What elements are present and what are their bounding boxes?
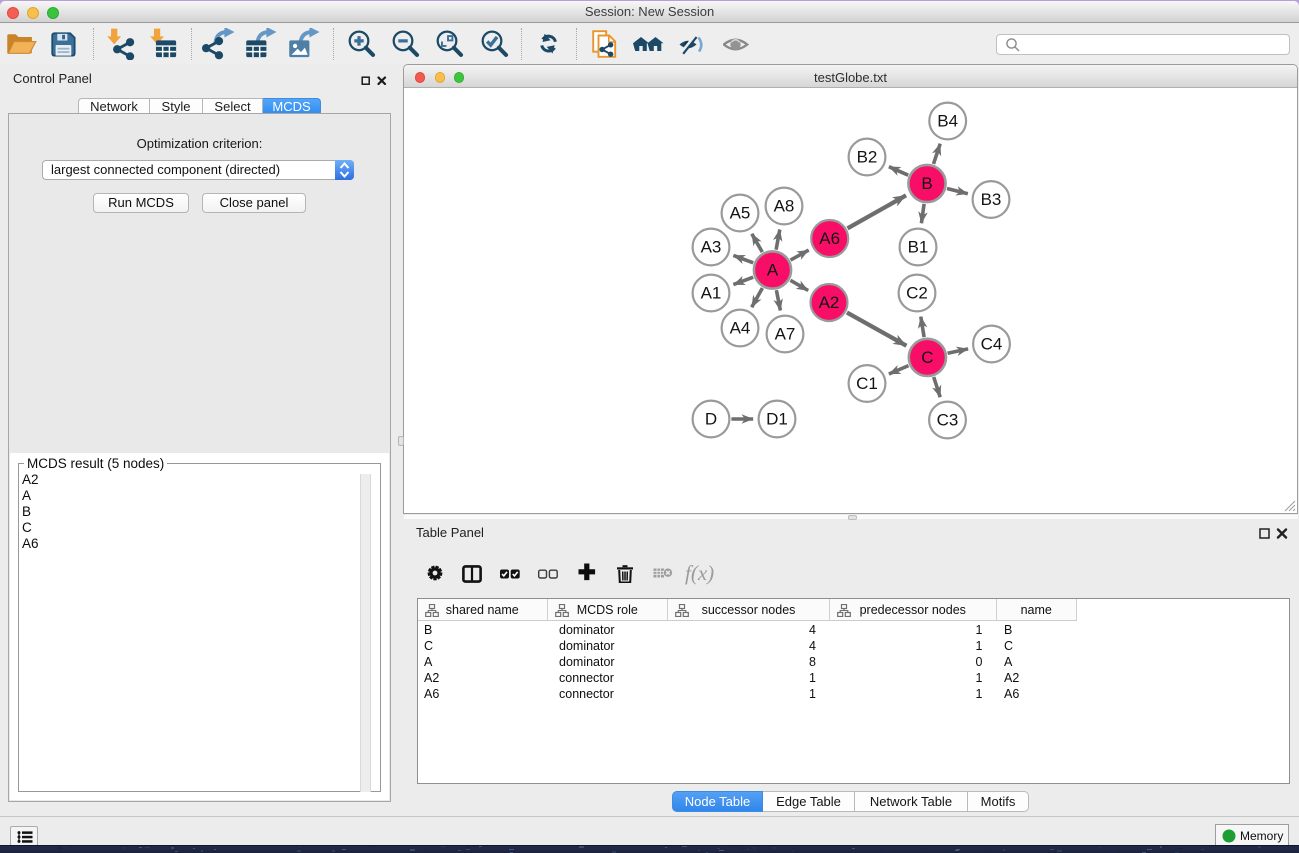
svg-text:A: A <box>767 261 779 280</box>
svg-text:C: C <box>921 348 933 367</box>
svg-text:D1: D1 <box>766 410 788 429</box>
svg-text:B1: B1 <box>908 238 929 257</box>
svg-text:B2: B2 <box>857 148 878 167</box>
svg-text:B4: B4 <box>937 112 958 131</box>
svg-text:B3: B3 <box>981 190 1002 209</box>
svg-text:C1: C1 <box>856 374 878 393</box>
svg-text:A1: A1 <box>701 284 722 303</box>
svg-text:C3: C3 <box>937 411 959 430</box>
svg-text:A5: A5 <box>730 204 751 223</box>
svg-text:A4: A4 <box>730 319 751 338</box>
svg-text:A6: A6 <box>819 229 840 248</box>
svg-text:B: B <box>921 174 932 193</box>
svg-text:C4: C4 <box>981 335 1003 354</box>
svg-text:A3: A3 <box>701 238 722 257</box>
svg-text:A2: A2 <box>819 293 840 312</box>
svg-text:A8: A8 <box>774 197 795 216</box>
svg-text:D: D <box>705 410 717 429</box>
svg-text:A7: A7 <box>775 325 796 344</box>
svg-text:C2: C2 <box>906 284 928 303</box>
